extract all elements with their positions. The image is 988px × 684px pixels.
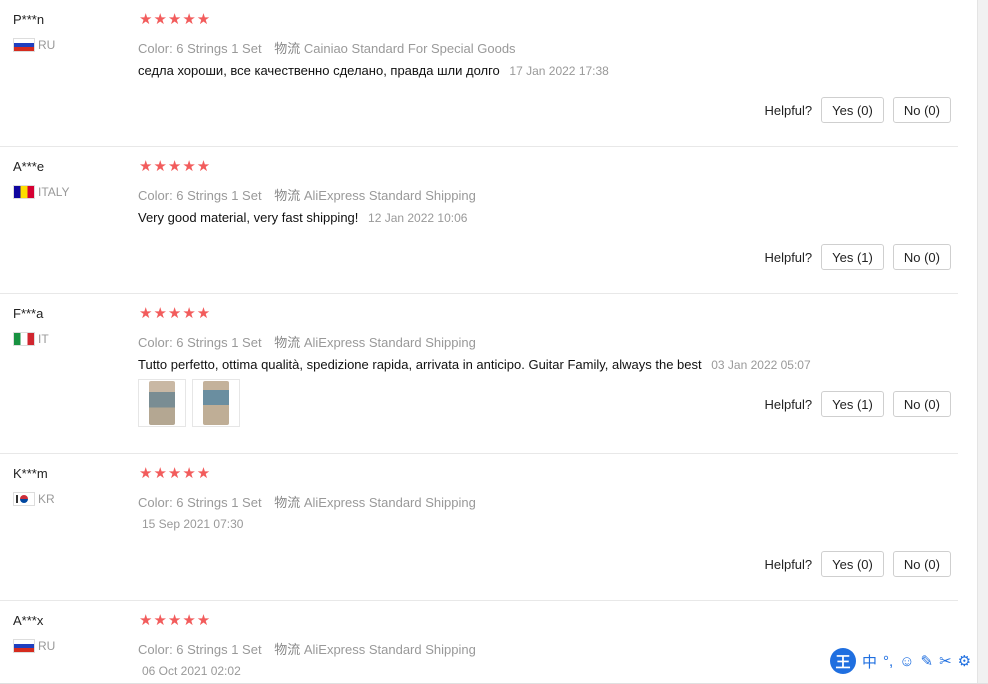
helpful-yes-button[interactable]: Yes (1) bbox=[821, 391, 884, 417]
review-text: Tutto perfetto, ottima qualità, spedizio… bbox=[138, 357, 702, 372]
review-date: 15 Sep 2021 07:30 bbox=[142, 517, 244, 531]
reviewer-country: RU bbox=[13, 38, 55, 52]
country-code: RU bbox=[38, 38, 56, 52]
review-date: 06 Oct 2021 02:02 bbox=[142, 664, 241, 678]
helpful-vote: Helpful? Yes (1) No (0) bbox=[764, 244, 951, 270]
reviewer-name: P***n bbox=[13, 12, 45, 27]
reviewer-name: A***x bbox=[13, 613, 44, 628]
punctuation-icon[interactable]: °, bbox=[883, 653, 893, 670]
ime-toolbar: 王 中 °, ☺ ✎ ✂ ⚙ bbox=[830, 648, 988, 674]
product-variant: Color: 6 Strings 1 Set bbox=[138, 188, 262, 203]
helpful-no-button[interactable]: No (0) bbox=[892, 551, 951, 577]
review-text-block: Tutto perfetto, ottima qualità, spedizio… bbox=[138, 357, 811, 372]
product-variant: Color: 6 Strings 1 Set bbox=[138, 642, 262, 657]
helpful-no-button[interactable]: No (0) bbox=[892, 244, 951, 270]
shipping-label: 物流 bbox=[274, 188, 301, 203]
star-rating: ★★★★★ bbox=[139, 612, 212, 629]
review-meta: Color: 6 Strings 1 Set 物流 AliExpress Sta… bbox=[138, 332, 476, 351]
review-text: Very good material, very fast shipping! bbox=[138, 210, 359, 225]
product-variant: Color: 6 Strings 1 Set bbox=[138, 335, 262, 350]
reviewer-name: K***m bbox=[13, 466, 48, 481]
review-text-block: седла хороши, все качественно сделано, п… bbox=[138, 63, 609, 78]
reviewer-country: RU bbox=[13, 639, 55, 653]
star-rating: ★★★★★ bbox=[139, 11, 212, 28]
settings-icon[interactable]: ⚙ bbox=[958, 652, 971, 670]
helpful-no-button[interactable]: No (0) bbox=[892, 391, 951, 417]
star-rating: ★★★★★ bbox=[139, 158, 212, 175]
vertical-scrollbar[interactable] bbox=[977, 0, 988, 684]
reviewer-country: IT bbox=[13, 332, 49, 346]
review-photo-thumbnail[interactable] bbox=[192, 379, 240, 427]
shipping-label: 物流 bbox=[274, 41, 301, 56]
review-item: F***a IT ★★★★★ Color: 6 Strings 1 Set 物流… bbox=[0, 294, 958, 454]
product-variant: Color: 6 Strings 1 Set bbox=[138, 495, 262, 510]
review-text: седла хороши, все качественно сделано, п… bbox=[138, 63, 500, 78]
shipping-method: AliExpress Standard Shipping bbox=[303, 188, 476, 203]
shipping-label: 物流 bbox=[274, 642, 301, 657]
product-variant: Color: 6 Strings 1 Set bbox=[138, 41, 262, 56]
review-meta: Color: 6 Strings 1 Set 物流 AliExpress Sta… bbox=[138, 492, 476, 511]
country-code: RU bbox=[38, 639, 56, 653]
review-meta: Color: 6 Strings 1 Set 物流 AliExpress Sta… bbox=[138, 639, 476, 658]
helpful-vote: Helpful? Yes (0) No (0) bbox=[764, 97, 951, 123]
helpful-label: Helpful? bbox=[764, 249, 813, 265]
review-item: K***m KR ★★★★★ Color: 6 Strings 1 Set 物流… bbox=[0, 454, 958, 601]
helpful-yes-button[interactable]: Yes (1) bbox=[821, 244, 884, 270]
shipping-label: 物流 bbox=[274, 495, 301, 510]
reviewer-country: KR bbox=[13, 492, 55, 506]
review-date: 17 Jan 2022 17:38 bbox=[509, 64, 609, 78]
handwriting-icon[interactable]: ✎ bbox=[921, 652, 934, 670]
flag-icon bbox=[13, 492, 35, 506]
review-item: P***n RU ★★★★★ Color: 6 Strings 1 Set 物流… bbox=[0, 0, 958, 147]
shipping-method: AliExpress Standard Shipping bbox=[303, 335, 476, 350]
country-code: IT bbox=[38, 332, 49, 346]
helpful-yes-button[interactable]: Yes (0) bbox=[821, 97, 884, 123]
flag-icon bbox=[13, 185, 35, 199]
review-meta: Color: 6 Strings 1 Set 物流 Cainiao Standa… bbox=[138, 38, 516, 57]
emoji-icon[interactable]: ☺ bbox=[899, 653, 914, 670]
reviewer-country: ITALY bbox=[13, 185, 70, 199]
helpful-yes-button[interactable]: Yes (0) bbox=[821, 551, 884, 577]
helpful-label: Helpful? bbox=[764, 102, 813, 118]
photo-image bbox=[149, 381, 175, 425]
photo-image bbox=[203, 381, 229, 425]
star-rating: ★★★★★ bbox=[139, 305, 212, 322]
shipping-method: AliExpress Standard Shipping bbox=[303, 642, 476, 657]
helpful-label: Helpful? bbox=[764, 556, 813, 572]
country-code: ITALY bbox=[38, 185, 70, 199]
ime-logo-icon[interactable]: 王 bbox=[830, 648, 856, 674]
reviewer-name: F***a bbox=[13, 306, 44, 321]
helpful-no-button[interactable]: No (0) bbox=[892, 97, 951, 123]
reviewer-name: A***e bbox=[13, 159, 45, 174]
flag-icon bbox=[13, 639, 35, 653]
helpful-label: Helpful? bbox=[764, 396, 813, 412]
helpful-vote: Helpful? Yes (0) No (0) bbox=[764, 551, 951, 577]
shipping-method: AliExpress Standard Shipping bbox=[303, 495, 476, 510]
review-meta: Color: 6 Strings 1 Set 物流 AliExpress Sta… bbox=[138, 185, 476, 204]
review-item: A***e ITALY ★★★★★ Color: 6 Strings 1 Set… bbox=[0, 147, 958, 294]
review-date: 03 Jan 2022 05:07 bbox=[711, 358, 811, 372]
ime-mode-toggle[interactable]: 中 bbox=[862, 651, 877, 672]
shipping-method: Cainiao Standard For Special Goods bbox=[303, 41, 516, 56]
scissors-icon[interactable]: ✂ bbox=[939, 652, 952, 670]
country-code: KR bbox=[38, 492, 55, 506]
flag-icon bbox=[13, 332, 35, 346]
star-rating: ★★★★★ bbox=[139, 465, 212, 482]
review-photos bbox=[138, 379, 240, 427]
review-text-block: Very good material, very fast shipping! … bbox=[138, 210, 467, 225]
shipping-label: 物流 bbox=[274, 335, 301, 350]
review-photo-thumbnail[interactable] bbox=[138, 379, 186, 427]
helpful-vote: Helpful? Yes (1) No (0) bbox=[764, 391, 951, 417]
review-item: A***x RU ★★★★★ Color: 6 Strings 1 Set 物流… bbox=[0, 601, 958, 684]
flag-icon bbox=[13, 38, 35, 52]
review-date: 12 Jan 2022 10:06 bbox=[368, 211, 468, 225]
